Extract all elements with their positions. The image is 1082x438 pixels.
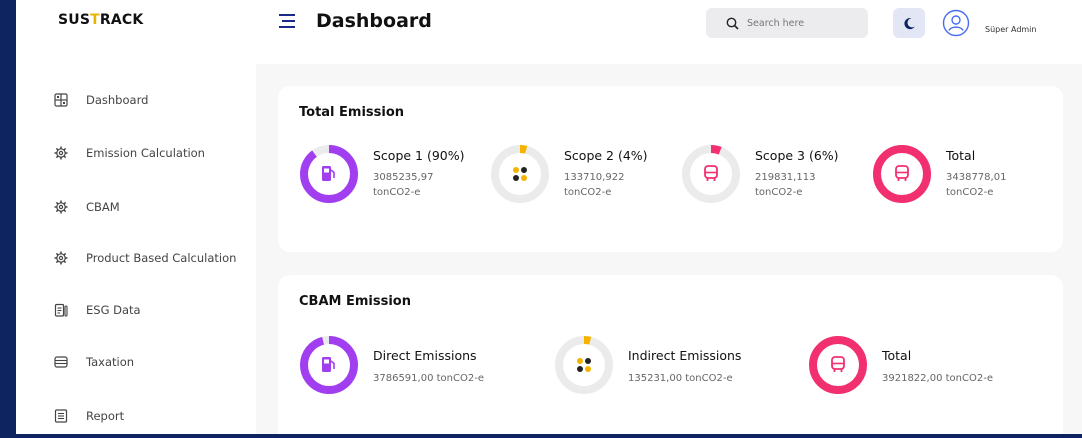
sidebar-item-taxation[interactable]: Taxation	[54, 350, 134, 374]
scope2-metric: Scope 2 (4%) 133710,922 tonCO2-e	[490, 144, 670, 208]
logo-text-suffix: RACK	[99, 12, 144, 28]
sidebar-item-report[interactable]: Report	[54, 404, 124, 428]
cbam-total-value: 3921822,00 tonCO2-e	[882, 373, 993, 384]
sidebar-item-esg-data[interactable]: ESG Data	[54, 298, 141, 322]
search-box[interactable]	[706, 8, 868, 38]
direct-emissions-value: 3786591,00 tonCO2-e	[373, 373, 484, 384]
sidebar-item-label: CBAM	[86, 200, 120, 214]
sidebar-item-label: Taxation	[86, 355, 135, 369]
app-logo[interactable]: SUSTRACK	[58, 12, 143, 28]
topbar: Dashboard Süper Admin	[256, 0, 1082, 64]
document-icon	[54, 409, 68, 423]
user-name: Süper Admin	[985, 25, 1037, 34]
sidebar: SUSTRACK Dashboard Emission Calculation …	[16, 0, 256, 434]
scope2-value: 133710,922	[564, 172, 625, 183]
fuel-pump-icon	[322, 357, 335, 372]
dots-icon	[513, 167, 527, 181]
fuel-pump-icon	[322, 166, 335, 181]
logo-text-prefix: SUS	[58, 12, 91, 28]
card-title: Total Emission	[299, 105, 405, 120]
total-emission-card: Total Emission Scope 1 (90%) 3085235,97 …	[278, 86, 1063, 252]
gear-icon	[54, 251, 68, 265]
scope1-value: 3085235,97	[373, 172, 434, 183]
indirect-emissions-label: Indirect Emissions	[628, 348, 742, 363]
total-label: Total	[946, 148, 976, 163]
theme-toggle-button[interactable]	[893, 8, 925, 38]
scope3-unit: tonCO2-e	[755, 187, 803, 198]
total-metric: Total 3438778,01 tonCO2-e	[872, 144, 1052, 208]
logo-text-accent: T	[90, 12, 100, 28]
menu-icon[interactable]	[278, 13, 296, 29]
database-icon	[54, 356, 68, 368]
sidebar-item-label: Dashboard	[86, 93, 149, 107]
cbam-total-label: Total	[882, 348, 912, 363]
sidebar-item-label: Emission Calculation	[86, 146, 205, 160]
sidebar-item-label: Product Based Calculation	[86, 251, 237, 265]
sidebar-item-product-based-calculation[interactable]: Product Based Calculation	[54, 246, 236, 270]
indirect-emissions-value: 135231,00 tonCO2-e	[628, 373, 733, 384]
scope1-label: Scope 1 (90%)	[373, 148, 465, 163]
search-input[interactable]	[747, 17, 857, 29]
sidebar-item-cbam[interactable]: CBAM	[54, 195, 120, 219]
scope3-value: 219831,113	[755, 172, 816, 183]
gear-icon	[54, 200, 68, 214]
total-value: 3438778,01	[946, 172, 1007, 183]
dots-icon	[577, 358, 591, 372]
sidebar-item-dashboard[interactable]: Dashboard	[54, 88, 148, 112]
gear-icon	[54, 146, 68, 160]
scope2-label: Scope 2 (4%)	[564, 148, 648, 163]
scope3-label: Scope 3 (6%)	[755, 148, 839, 163]
bus-icon	[831, 356, 845, 372]
page-title: Dashboard	[316, 10, 432, 32]
sidebar-item-label: Report	[86, 409, 125, 423]
direct-emissions-label: Direct Emissions	[373, 348, 477, 363]
indirect-emissions-metric: Indirect Emissions 135231,00 tonCO2-e	[554, 335, 794, 399]
direct-emissions-metric: Direct Emissions 3786591,00 tonCO2-e	[299, 335, 539, 399]
cbam-emission-card: CBAM Emission Direct Emissions 3786591,0…	[278, 275, 1063, 434]
scope2-unit: tonCO2-e	[564, 187, 612, 198]
bus-icon	[704, 165, 718, 181]
scope1-unit: tonCO2-e	[373, 187, 421, 198]
search-icon	[726, 17, 739, 30]
scope3-metric: Scope 3 (6%) 219831,113 tonCO2-e	[681, 144, 861, 208]
scope1-metric: Scope 1 (90%) 3085235,97 tonCO2-e	[299, 144, 479, 208]
sidebar-item-emission-calculation[interactable]: Emission Calculation	[54, 141, 205, 165]
total-unit: tonCO2-e	[946, 187, 994, 198]
user-avatar-icon[interactable]	[942, 9, 970, 37]
sidebar-item-label: ESG Data	[86, 303, 141, 317]
clipboard-icon	[54, 303, 68, 317]
dashboard-icon	[54, 93, 68, 107]
cbam-total-metric: Total 3921822,00 tonCO2-e	[808, 335, 1048, 399]
card-title: CBAM Emission	[299, 294, 411, 309]
app-window: SUSTRACK Dashboard Emission Calculation …	[16, 0, 1082, 434]
moon-icon	[903, 17, 915, 29]
bus-icon	[895, 165, 909, 181]
